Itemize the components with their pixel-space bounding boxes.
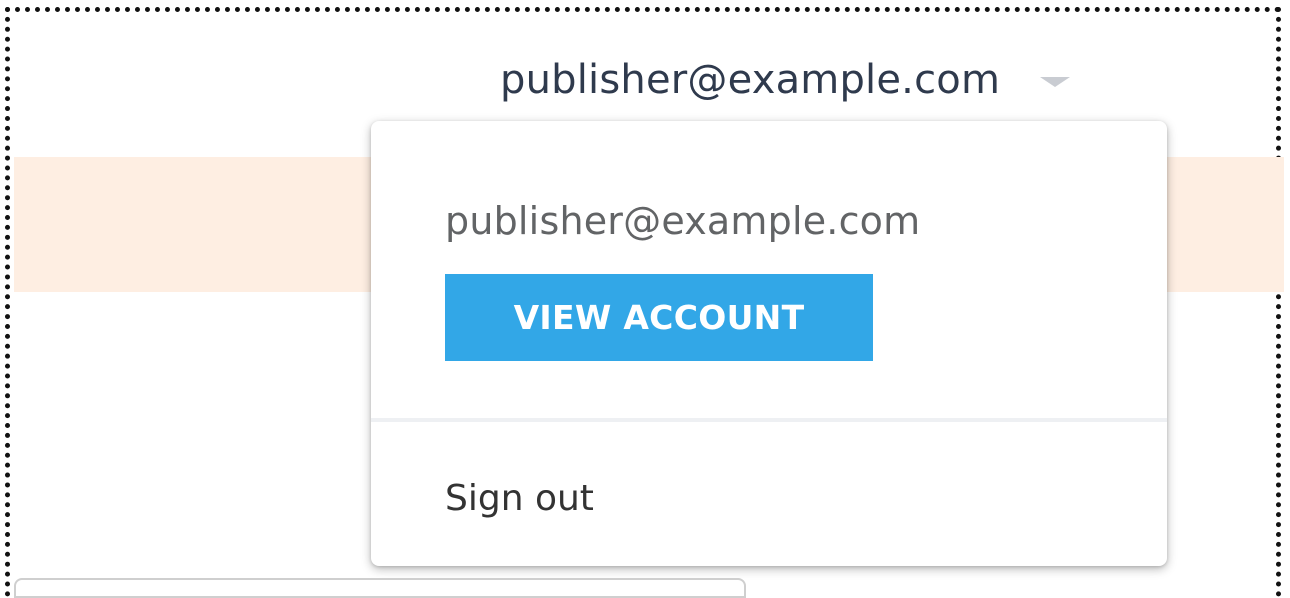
sign-out-menu-item[interactable]: Sign out [445,475,594,523]
account-menu-toggle[interactable]: publisher@example.com [500,52,1071,108]
caret-down-icon[interactable] [1040,77,1071,87]
menu-divider [371,418,1167,422]
menu-account-email: publisher@example.com [445,199,921,243]
view-account-button[interactable]: VIEW ACCOUNT [445,274,873,361]
account-email-label: publisher@example.com [500,57,1001,103]
bottom-panel-edge [14,578,746,598]
account-dropdown-menu: publisher@example.com VIEW ACCOUNT Sign … [371,121,1167,566]
